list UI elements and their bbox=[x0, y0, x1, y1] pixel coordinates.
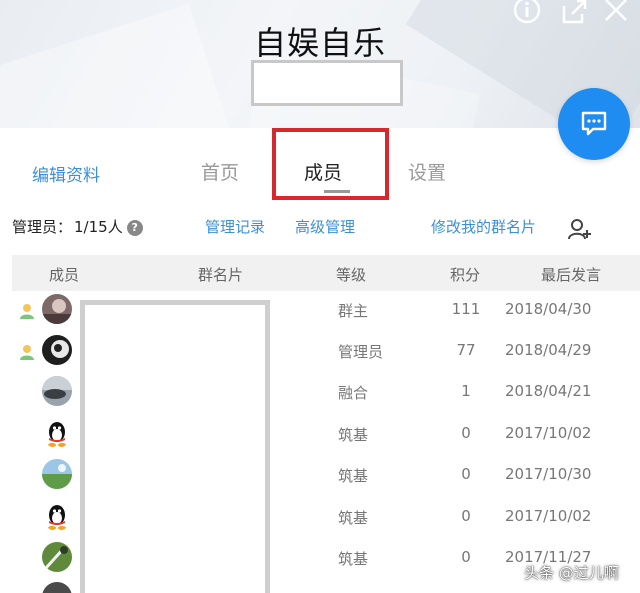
member-points: 1 bbox=[461, 382, 471, 400]
admin-count: 管理员： 1/15人? bbox=[12, 216, 143, 237]
column-last-speak[interactable]: 最后发言 bbox=[541, 264, 601, 285]
column-points[interactable]: 积分 bbox=[450, 264, 480, 285]
share-icon[interactable] bbox=[560, 0, 590, 30]
group-title: 自娱自乐 bbox=[253, 24, 386, 62]
edit-card-link[interactable]: 修改我的群名片 bbox=[431, 216, 536, 237]
chat-bubble-icon bbox=[581, 111, 607, 136]
member-last-speak: 2018/04/21 bbox=[505, 382, 592, 400]
member-level: 管理员 bbox=[338, 343, 384, 361]
column-member[interactable]: 成员 bbox=[49, 264, 79, 285]
group-header: 自娱自乐 bbox=[0, 0, 640, 128]
member-level: 筑基 bbox=[338, 550, 369, 568]
watermark: 头条 @过儿啊 bbox=[524, 564, 619, 582]
member-last-speak: 2018/04/29 bbox=[505, 341, 592, 359]
member-level: 融合 bbox=[338, 384, 369, 402]
info-icon[interactable] bbox=[512, 0, 542, 30]
penguin-avatar-icon[interactable] bbox=[42, 501, 72, 531]
member-points: 0 bbox=[461, 507, 471, 525]
member-level: 群主 bbox=[338, 302, 369, 320]
avatar[interactable] bbox=[42, 335, 72, 365]
tab-settings[interactable]: 设置 bbox=[408, 158, 446, 185]
help-icon[interactable]: ? bbox=[126, 220, 143, 236]
tab-edit-profile[interactable]: 编辑资料 bbox=[32, 161, 100, 186]
member-points: 0 bbox=[461, 465, 471, 483]
member-last-speak: 2018/04/30 bbox=[505, 300, 592, 318]
manage-log-link[interactable]: 管理记录 bbox=[205, 216, 265, 237]
member-table-header: 成员 群名片 等级 积分 最后发言 bbox=[12, 255, 640, 291]
member-level: 筑基 bbox=[338, 426, 369, 444]
close-icon[interactable] bbox=[602, 0, 632, 30]
avatar[interactable] bbox=[42, 459, 72, 489]
column-card[interactable]: 群名片 bbox=[198, 264, 243, 285]
advanced-manage-link[interactable]: 高级管理 bbox=[295, 216, 355, 237]
member-last-speak: 2017/10/02 bbox=[505, 507, 592, 525]
column-level[interactable]: 等级 bbox=[336, 264, 366, 285]
admin-count-value: 1/15人 bbox=[74, 218, 123, 236]
group-owner-icon bbox=[20, 304, 34, 319]
redacted-group-number bbox=[251, 60, 403, 106]
avatar[interactable] bbox=[42, 582, 72, 593]
member-last-speak: 2017/10/02 bbox=[505, 424, 592, 442]
member-points: 77 bbox=[456, 341, 476, 359]
group-admin-icon bbox=[20, 345, 34, 360]
add-member-icon[interactable] bbox=[568, 218, 594, 240]
member-last-speak: 2017/10/30 bbox=[505, 465, 592, 483]
member-level: 筑基 bbox=[338, 467, 369, 485]
member-level: 筑基 bbox=[338, 509, 369, 527]
member-points: 111 bbox=[451, 300, 481, 318]
admin-label: 管理员： bbox=[12, 218, 73, 236]
chat-button[interactable] bbox=[558, 88, 630, 160]
avatar[interactable] bbox=[42, 294, 72, 324]
highlight-box bbox=[272, 128, 389, 200]
member-points: 0 bbox=[461, 424, 471, 442]
penguin-avatar-icon[interactable] bbox=[42, 418, 72, 448]
member-points: 0 bbox=[461, 548, 471, 566]
redacted-group-cards bbox=[80, 300, 270, 593]
avatar[interactable] bbox=[42, 376, 72, 406]
tab-home[interactable]: 首页 bbox=[201, 158, 239, 185]
avatar[interactable] bbox=[42, 542, 72, 572]
